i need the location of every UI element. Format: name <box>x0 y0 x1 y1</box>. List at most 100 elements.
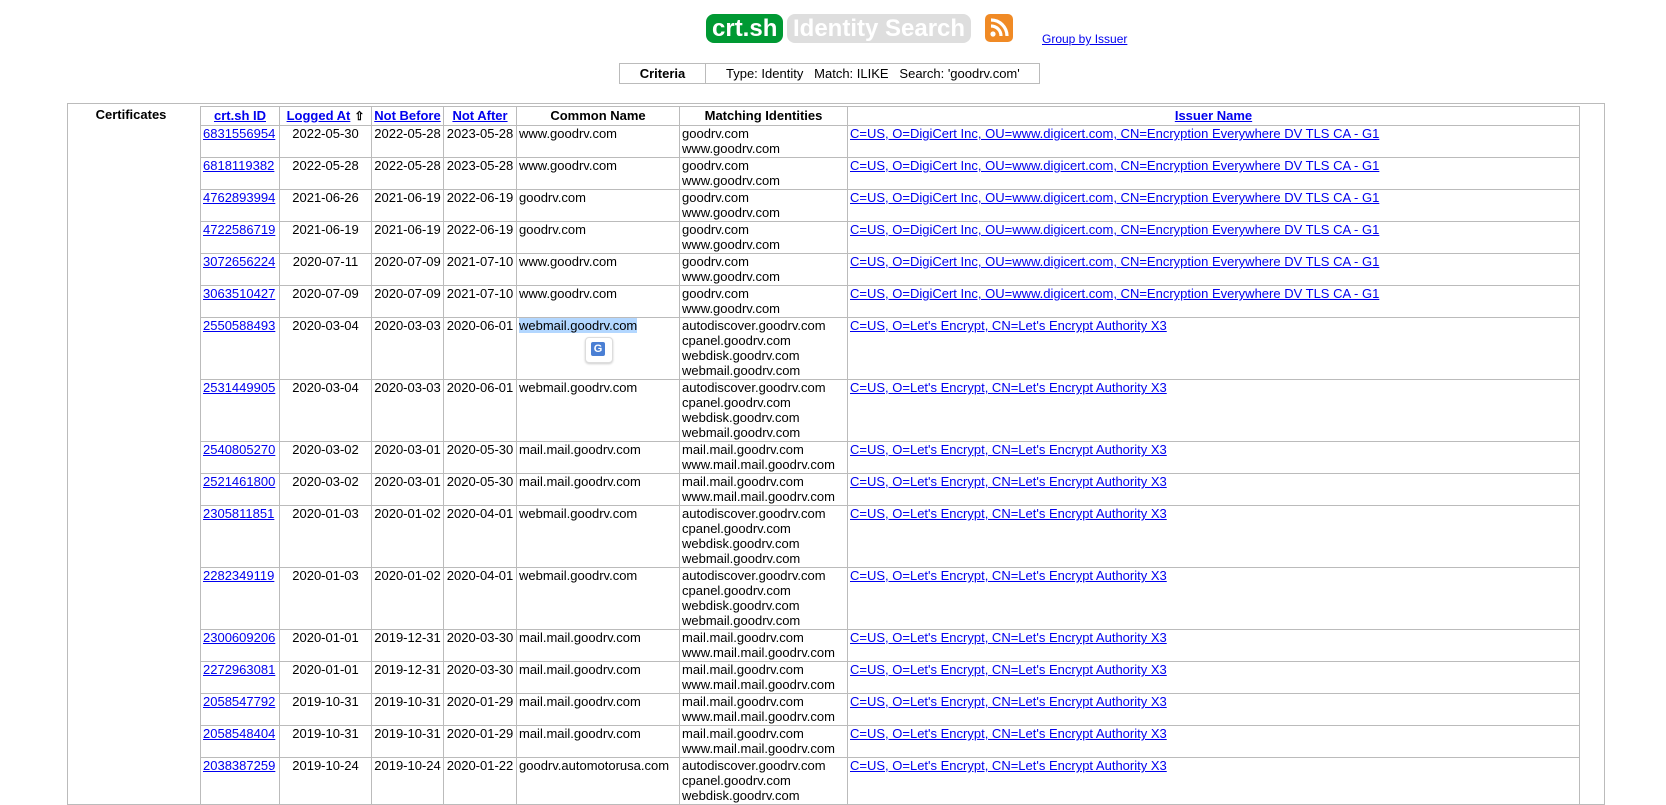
issuer-link[interactable]: C=US, O=Let's Encrypt, CN=Let's Encrypt … <box>850 759 1167 774</box>
cert-id-link[interactable]: 2305811851 <box>203 507 274 522</box>
common-name-cell: mail.mail.goodrv.com <box>516 661 680 694</box>
logged-at-cell: 2019-10-24 <box>279 757 372 805</box>
not-after-cell: 2020-01-22 <box>443 757 517 805</box>
not-before-cell: 2019-12-31 <box>371 629 444 662</box>
common-name-cell: www.goodrv.com <box>516 157 680 190</box>
issuer-link[interactable]: C=US, O=DigiCert Inc, OU=www.digicert.co… <box>850 159 1379 174</box>
cert-id-link[interactable]: 2058547792 <box>203 695 275 710</box>
issuer-link[interactable]: C=US, O=Let's Encrypt, CN=Let's Encrypt … <box>850 727 1167 742</box>
common-name-cell: webmail.goodrv.com <box>516 505 680 568</box>
common-name-cell: goodrv.automotorusa.com <box>516 757 680 805</box>
matching-identities-cell: goodrv.com www.goodrv.com <box>679 285 848 318</box>
cert-id-cell: 2272963081 <box>200 661 280 694</box>
table-row: 2038387259 2019-10-24 2019-10-24 2020-01-22… <box>200 757 1580 805</box>
selected-text[interactable]: webmail.goodrv.com <box>519 318 638 333</box>
cert-id-cell: 3072656224 <box>200 253 280 286</box>
not-after-cell: 2020-06-01 <box>443 379 517 442</box>
cert-id-link[interactable]: 2058548404 <box>203 727 275 742</box>
cert-id-link[interactable]: 2300609206 <box>203 631 275 646</box>
issuer-link[interactable]: C=US, O=Let's Encrypt, CN=Let's Encrypt … <box>850 507 1167 522</box>
table-row: 2550588493 2020-03-04 2020-03-03 2020-06-01… <box>200 317 1580 380</box>
table-row: 2531449905 2020-03-04 2020-03-03 2020-06-01… <box>200 379 1580 442</box>
cert-id-link[interactable]: 6831556954 <box>203 127 275 142</box>
matching-identities-cell: mail.mail.goodrv.com www.mail.mail.goodr… <box>679 473 848 506</box>
crtsh-logo[interactable]: crt.sh <box>706 14 784 43</box>
cert-id-cell: 2282349119 <box>200 567 280 630</box>
issuer-link[interactable]: C=US, O=DigiCert Inc, OU=www.digicert.co… <box>850 287 1379 302</box>
table-row: 6818119382 2022-05-28 2022-05-28 2023-05-28… <box>200 157 1580 190</box>
logged-at-cell: 2020-03-04 <box>279 317 372 380</box>
table-row: 2540805270 2020-03-02 2020-03-01 2020-05-30… <box>200 441 1580 474</box>
not-after-cell: 2023-05-28 <box>443 157 517 190</box>
logged-at-cell: 2019-10-31 <box>279 693 372 726</box>
not-before-cell: 2019-10-24 <box>371 757 444 805</box>
cert-id-cell: 2305811851 <box>200 505 280 568</box>
cert-id-cell: 2550588493 <box>200 317 280 380</box>
issuer-link[interactable]: C=US, O=DigiCert Inc, OU=www.digicert.co… <box>850 191 1379 206</box>
issuer-cell: C=US, O=Let's Encrypt, CN=Let's Encrypt … <box>847 567 1580 630</box>
cert-id-link[interactable]: 6818119382 <box>203 159 274 174</box>
cert-id-link[interactable]: 2038387259 <box>203 759 275 774</box>
issuer-cell: C=US, O=Let's Encrypt, CN=Let's Encrypt … <box>847 441 1580 474</box>
matching-identities-cell: mail.mail.goodrv.com www.mail.mail.goodr… <box>679 661 848 694</box>
not-after-cell: 2020-05-30 <box>443 441 517 474</box>
criteria-label: Criteria <box>619 63 706 84</box>
issuer-link[interactable]: C=US, O=Let's Encrypt, CN=Let's Encrypt … <box>850 695 1167 710</box>
logged-at-cell: 2020-01-01 <box>279 661 372 694</box>
issuer-link[interactable]: C=US, O=Let's Encrypt, CN=Let's Encrypt … <box>850 381 1167 396</box>
not-after-cell: 2020-04-01 <box>443 567 517 630</box>
issuer-link[interactable]: C=US, O=Let's Encrypt, CN=Let's Encrypt … <box>850 631 1167 646</box>
cert-id-link[interactable]: 2550588493 <box>203 319 275 334</box>
issuer-cell: C=US, O=DigiCert Inc, OU=www.digicert.co… <box>847 221 1580 254</box>
matching-identities-cell: mail.mail.goodrv.com www.mail.mail.goodr… <box>679 441 848 474</box>
col-header-not-after[interactable]: Not After <box>443 106 517 126</box>
logged-at-cell: 2022-05-28 <box>279 157 372 190</box>
issuer-link[interactable]: C=US, O=Let's Encrypt, CN=Let's Encrypt … <box>850 319 1167 334</box>
cert-id-link[interactable]: 2272963081 <box>203 663 275 678</box>
col-header-not-before[interactable]: Not Before <box>371 106 444 126</box>
issuer-link[interactable]: C=US, O=DigiCert Inc, OU=www.digicert.co… <box>850 223 1379 238</box>
issuer-link[interactable]: C=US, O=Let's Encrypt, CN=Let's Encrypt … <box>850 569 1167 584</box>
issuer-cell: C=US, O=Let's Encrypt, CN=Let's Encrypt … <box>847 505 1580 568</box>
cert-id-link[interactable]: 4762893994 <box>203 191 275 206</box>
cert-id-cell: 2521461800 <box>200 473 280 506</box>
logged-at-cell: 2019-10-31 <box>279 725 372 758</box>
cert-id-cell: 4722586719 <box>200 221 280 254</box>
not-after-cell: 2020-01-29 <box>443 725 517 758</box>
sort-ascending-icon: ⇧ <box>354 109 365 123</box>
common-name-cell: webmail.goodrv.com G <box>516 317 680 380</box>
table-row: 3063510427 2020-07-09 2020-07-09 2021-07-10… <box>200 285 1580 318</box>
issuer-link[interactable]: C=US, O=DigiCert Inc, OU=www.digicert.co… <box>850 255 1379 270</box>
not-after-cell: 2022-06-19 <box>443 221 517 254</box>
cert-id-link[interactable]: 3063510427 <box>203 287 275 302</box>
translate-icon[interactable]: G <box>585 337 613 363</box>
group-by-issuer-link[interactable]: Group by Issuer <box>1042 32 1127 46</box>
cert-id-link[interactable]: 4722586719 <box>203 223 275 238</box>
cert-id-link[interactable]: 3072656224 <box>203 255 275 270</box>
col-header-logged-at[interactable]: Logged At ⇧ <box>279 106 372 126</box>
issuer-link[interactable]: C=US, O=Let's Encrypt, CN=Let's Encrypt … <box>850 663 1167 678</box>
issuer-link[interactable]: C=US, O=Let's Encrypt, CN=Let's Encrypt … <box>850 443 1167 458</box>
not-after-cell: 2020-01-29 <box>443 693 517 726</box>
cert-id-link[interactable]: 2540805270 <box>203 443 275 458</box>
col-header-id[interactable]: crt.sh ID <box>200 106 280 126</box>
page-title: Identity Search <box>787 14 972 43</box>
table-row: 2305811851 2020-01-03 2020-01-02 2020-04-01… <box>200 505 1580 568</box>
issuer-link[interactable]: C=US, O=DigiCert Inc, OU=www.digicert.co… <box>850 127 1379 142</box>
table-row: 2521461800 2020-03-02 2020-03-01 2020-05-30… <box>200 473 1580 506</box>
table-row: 2058548404 2019-10-31 2019-10-31 2020-01-29… <box>200 725 1580 758</box>
issuer-cell: C=US, O=Let's Encrypt, CN=Let's Encrypt … <box>847 661 1580 694</box>
cert-id-link[interactable]: 2521461800 <box>203 475 275 490</box>
cert-id-link[interactable]: 2282349119 <box>203 569 274 584</box>
table-row: 6831556954 2022-05-30 2022-05-28 2023-05-28… <box>200 125 1580 158</box>
not-after-cell: 2021-07-10 <box>443 285 517 318</box>
rss-feed-icon[interactable] <box>985 14 1013 42</box>
table-row: 3072656224 2020-07-11 2020-07-09 2021-07-10… <box>200 253 1580 286</box>
not-before-cell: 2019-10-31 <box>371 725 444 758</box>
issuer-cell: C=US, O=DigiCert Inc, OU=www.digicert.co… <box>847 157 1580 190</box>
common-name-cell: mail.mail.goodrv.com <box>516 629 680 662</box>
not-after-cell: 2023-05-28 <box>443 125 517 158</box>
cert-id-link[interactable]: 2531449905 <box>203 381 275 396</box>
issuer-link[interactable]: C=US, O=Let's Encrypt, CN=Let's Encrypt … <box>850 475 1167 490</box>
col-header-issuer-name[interactable]: Issuer Name <box>847 106 1580 126</box>
